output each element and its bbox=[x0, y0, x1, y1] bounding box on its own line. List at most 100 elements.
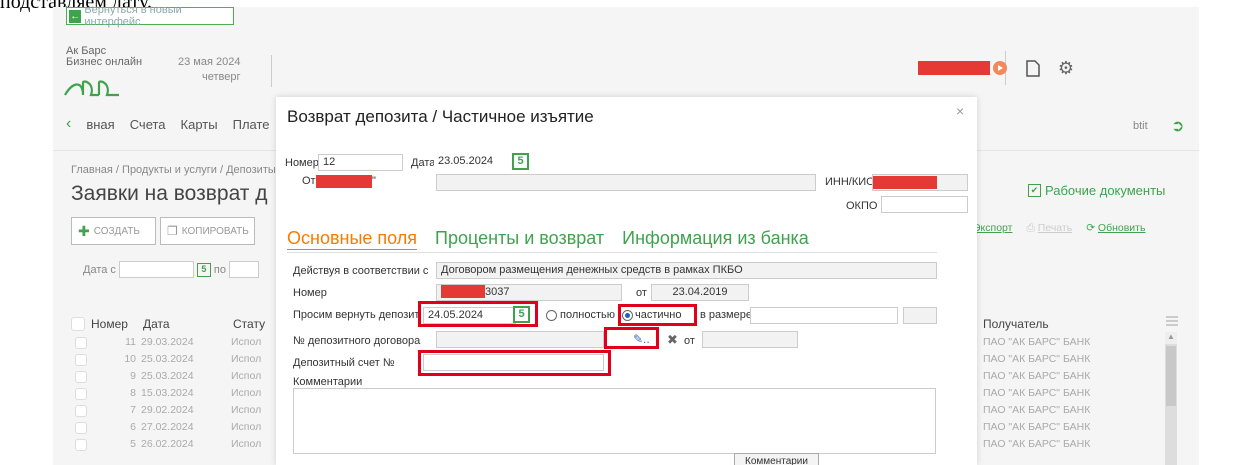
working-documents-toggle[interactable]: ✔ Рабочие документы bbox=[1028, 183, 1165, 198]
header-number[interactable]: Номер bbox=[91, 317, 143, 331]
back-to-new-interface-button[interactable]: ← Вернуться в новый интерфейс bbox=[66, 7, 234, 28]
logout-icon[interactable]: ➲ bbox=[1171, 116, 1184, 136]
copy-button-label: КОПИРОВАТЬ bbox=[181, 225, 249, 237]
date-to-input[interactable] bbox=[229, 261, 259, 278]
deposit-date-field[interactable] bbox=[702, 331, 798, 348]
row-checkbox[interactable] bbox=[75, 405, 87, 417]
calendar-icon[interactable]: 5 bbox=[512, 153, 529, 170]
highlight-account bbox=[418, 350, 611, 376]
deposit-contract-label: № депозитного договора bbox=[293, 335, 421, 347]
scrollbar-thumb[interactable] bbox=[1166, 346, 1176, 406]
currency-field[interactable] bbox=[903, 307, 937, 324]
header-status[interactable]: Стату bbox=[233, 317, 265, 331]
comments-button[interactable]: Комментарии bbox=[734, 453, 819, 465]
row-checkbox[interactable] bbox=[75, 388, 87, 400]
highlight-partial bbox=[618, 304, 697, 326]
list-scrollbar[interactable]: ▲ bbox=[1165, 332, 1177, 465]
copy-icon: ❐ bbox=[167, 224, 178, 238]
chevron-left-icon[interactable]: ‹ bbox=[66, 115, 71, 133]
full-radio[interactable] bbox=[546, 310, 557, 321]
organization-field bbox=[436, 174, 816, 191]
recipient-cell: ПАО "АК БАРС" БАНК bbox=[983, 387, 1091, 399]
okpo-field[interactable] bbox=[881, 196, 968, 213]
amount-label: в размере bbox=[700, 309, 752, 321]
row-date: 29.02.2024 bbox=[141, 404, 194, 416]
contract-date-field[interactable]: 23.04.2019 bbox=[651, 284, 749, 301]
date-filter: Дата с 5 по bbox=[83, 261, 259, 278]
document-plus-icon: ✚ bbox=[78, 222, 90, 239]
nav-item-main[interactable]: вная bbox=[86, 117, 114, 133]
export-link[interactable]: Экспорт bbox=[973, 222, 1012, 235]
tab-main-fields[interactable]: Основные поля bbox=[287, 228, 418, 250]
row-checkbox[interactable] bbox=[75, 354, 87, 366]
nav-item-payments[interactable]: Плате bbox=[233, 117, 270, 133]
toolbar-links: Экспорт ⎙ Печать ⟳ Обновить bbox=[973, 222, 1145, 235]
current-date: 23 мая 2024 bbox=[178, 56, 241, 68]
comments-label: Комментарии bbox=[293, 376, 363, 388]
tab-bank-info[interactable]: Информация из банка bbox=[622, 228, 809, 250]
select-all-checkbox[interactable] bbox=[71, 317, 85, 331]
gear-icon[interactable]: ⚙ bbox=[1055, 57, 1077, 79]
row-status: Испол bbox=[231, 421, 262, 433]
recipient-cell: ПАО "АК БАРС" БАНК bbox=[983, 404, 1091, 416]
clear-x-icon[interactable]: ✖ bbox=[667, 332, 678, 348]
tab-interest-return[interactable]: Проценты и возврат bbox=[435, 228, 604, 250]
comments-textarea[interactable] bbox=[293, 388, 936, 454]
inn-label: ИНН/КИО bbox=[825, 176, 875, 188]
calendar-icon[interactable]: 5 bbox=[196, 262, 211, 277]
header-recipient[interactable]: Получатель bbox=[983, 317, 1049, 331]
row-date: 25.03.2024 bbox=[141, 370, 194, 382]
recipient-cell: ПАО "АК БАРС" БАНК bbox=[983, 336, 1091, 348]
scroll-up-icon[interactable]: ▲ bbox=[1165, 332, 1177, 344]
from-suffix: " bbox=[372, 175, 376, 187]
columns-icon[interactable] bbox=[1166, 314, 1178, 326]
return-deposit-label: Просим вернуть депозит bbox=[293, 309, 420, 321]
deposit-return-dialog: Возврат депозита / Частичное изъятие × Н… bbox=[276, 97, 977, 465]
row-status: Испол bbox=[231, 370, 262, 382]
amount-field[interactable] bbox=[750, 307, 898, 324]
row-status: Испол bbox=[231, 336, 262, 348]
contract-from-label: от bbox=[636, 287, 647, 299]
chevron-down-icon: ✔ bbox=[1028, 184, 1041, 197]
redacted-user-name bbox=[918, 61, 990, 75]
date-field[interactable]: 23.05.2024 bbox=[434, 154, 514, 171]
arrow-left-icon: ← bbox=[69, 9, 82, 23]
copy-button[interactable]: ❐ КОПИРОВАТЬ bbox=[160, 217, 255, 245]
refresh-link[interactable]: ⟳ Обновить bbox=[1086, 222, 1145, 235]
document-icon[interactable] bbox=[1022, 57, 1044, 79]
redacted-contract-prefix bbox=[441, 285, 485, 298]
brand-text: Ак Барс Бизнес онлайн bbox=[66, 46, 142, 68]
back-button-label: Вернуться в новый интерфейс bbox=[84, 7, 182, 28]
row-checkbox[interactable] bbox=[75, 337, 87, 349]
row-checkbox[interactable] bbox=[75, 439, 87, 451]
header-date[interactable]: Дата bbox=[143, 317, 233, 331]
row-status: Испол bbox=[231, 404, 262, 416]
working-documents-label: Рабочие документы bbox=[1045, 183, 1166, 198]
date-label: Дата bbox=[411, 157, 436, 169]
redacted-organization bbox=[316, 175, 372, 188]
contract-number-label: Номер bbox=[293, 287, 327, 299]
row-number: 7 bbox=[130, 404, 136, 416]
select-contract-icon[interactable]: ✎.. bbox=[633, 332, 650, 346]
brand-line2: Бизнес онлайн bbox=[66, 56, 143, 68]
breadcrumb: Главная / Продукты и услуги / Депозиты bbox=[71, 164, 276, 176]
number-field[interactable]: 12 bbox=[318, 154, 403, 171]
nav-item-accounts[interactable]: Счета bbox=[130, 117, 166, 133]
actions-field[interactable]: Договором размещения денежных средств в … bbox=[436, 262, 937, 279]
row-checkbox[interactable] bbox=[75, 371, 87, 383]
row-checkbox[interactable] bbox=[75, 422, 87, 434]
record-icon[interactable] bbox=[989, 57, 1011, 79]
header-divider bbox=[271, 55, 272, 87]
highlight-picker bbox=[604, 327, 659, 349]
create-button[interactable]: ✚ СОЗДАТЬ bbox=[71, 217, 156, 245]
printer-icon: ⎙ bbox=[1026, 222, 1038, 234]
row-date: 25.03.2024 bbox=[141, 353, 194, 365]
close-icon[interactable]: × bbox=[956, 103, 964, 119]
deposit-contract-field[interactable] bbox=[436, 331, 604, 348]
nav-item-cards[interactable]: Карты bbox=[181, 117, 218, 133]
date-from-input[interactable] bbox=[118, 261, 194, 278]
print-link[interactable]: ⎙ Печать bbox=[1026, 222, 1072, 235]
current-weekday: четверг bbox=[201, 71, 241, 83]
row-status: Испол bbox=[231, 353, 262, 365]
ak-bars-logo-icon bbox=[64, 80, 119, 97]
